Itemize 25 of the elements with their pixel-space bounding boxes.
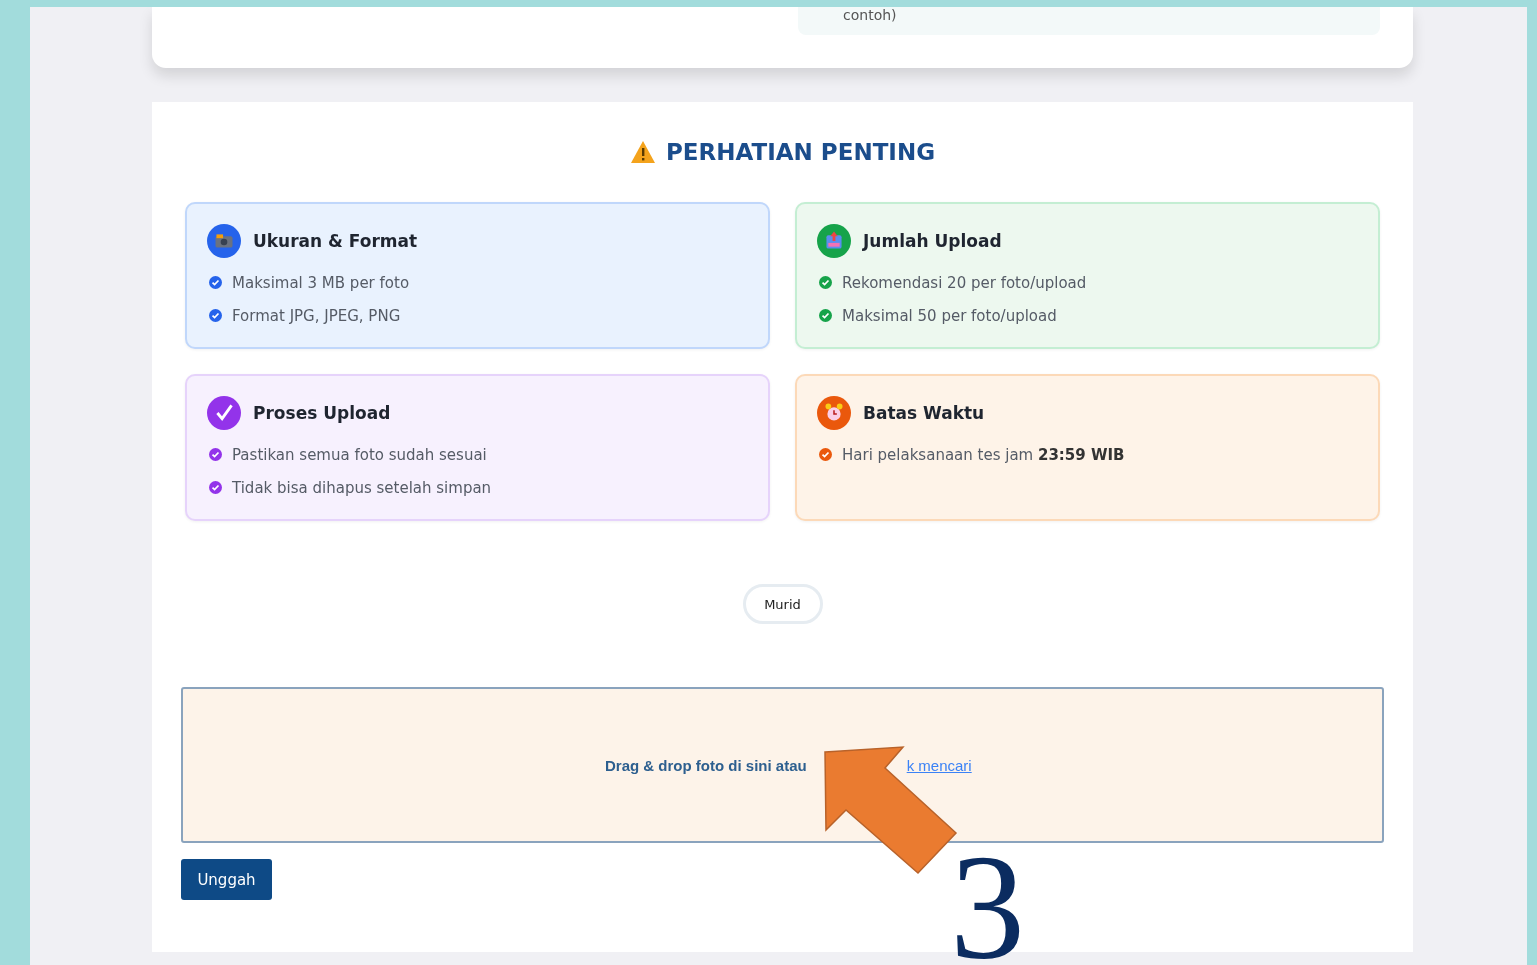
list-item-text: Rekomendasi 20 per foto/upload [842, 273, 1087, 292]
card-title: Proses Upload [253, 403, 391, 423]
section-title: PERHATIAN PENTING [665, 139, 935, 165]
check-circle-icon [819, 276, 832, 289]
list-item-text: Maksimal 50 per foto/upload [842, 306, 1057, 325]
check-circle-icon [209, 448, 222, 461]
check-circle-icon [209, 481, 222, 494]
list-item-text: Hari pelaksanaan tes jam 23:59 WIB [842, 445, 1125, 464]
check-circle-icon [209, 309, 222, 322]
list-item-text: Maksimal 3 MB per foto [232, 273, 410, 292]
list-item-text: Tidak bisa dihapus setelah simpan [232, 478, 492, 497]
check-circle-icon [819, 309, 832, 322]
card-title: Ukuran & Format [253, 231, 418, 251]
drop-zone-text: Drag & drop foto di sini atau [605, 756, 807, 774]
list-item-text: Pastikan semua foto sudah sesuai [232, 445, 487, 464]
role-chip[interactable]: Murid [742, 584, 823, 624]
card-title: Jumlah Upload [863, 231, 1002, 251]
drop-zone[interactable]: Drag & drop foto di sini atau k mencari [181, 687, 1384, 843]
warning-icon [629, 140, 656, 164]
check-circle-icon [209, 276, 222, 289]
list-item-text: Format JPG, JPEG, PNG [232, 306, 401, 325]
note-text: contoh) [843, 7, 897, 23]
upload-button[interactable]: Unggah [181, 859, 272, 900]
card-title: Batas Waktu [863, 403, 985, 423]
check-circle-icon [819, 448, 832, 461]
